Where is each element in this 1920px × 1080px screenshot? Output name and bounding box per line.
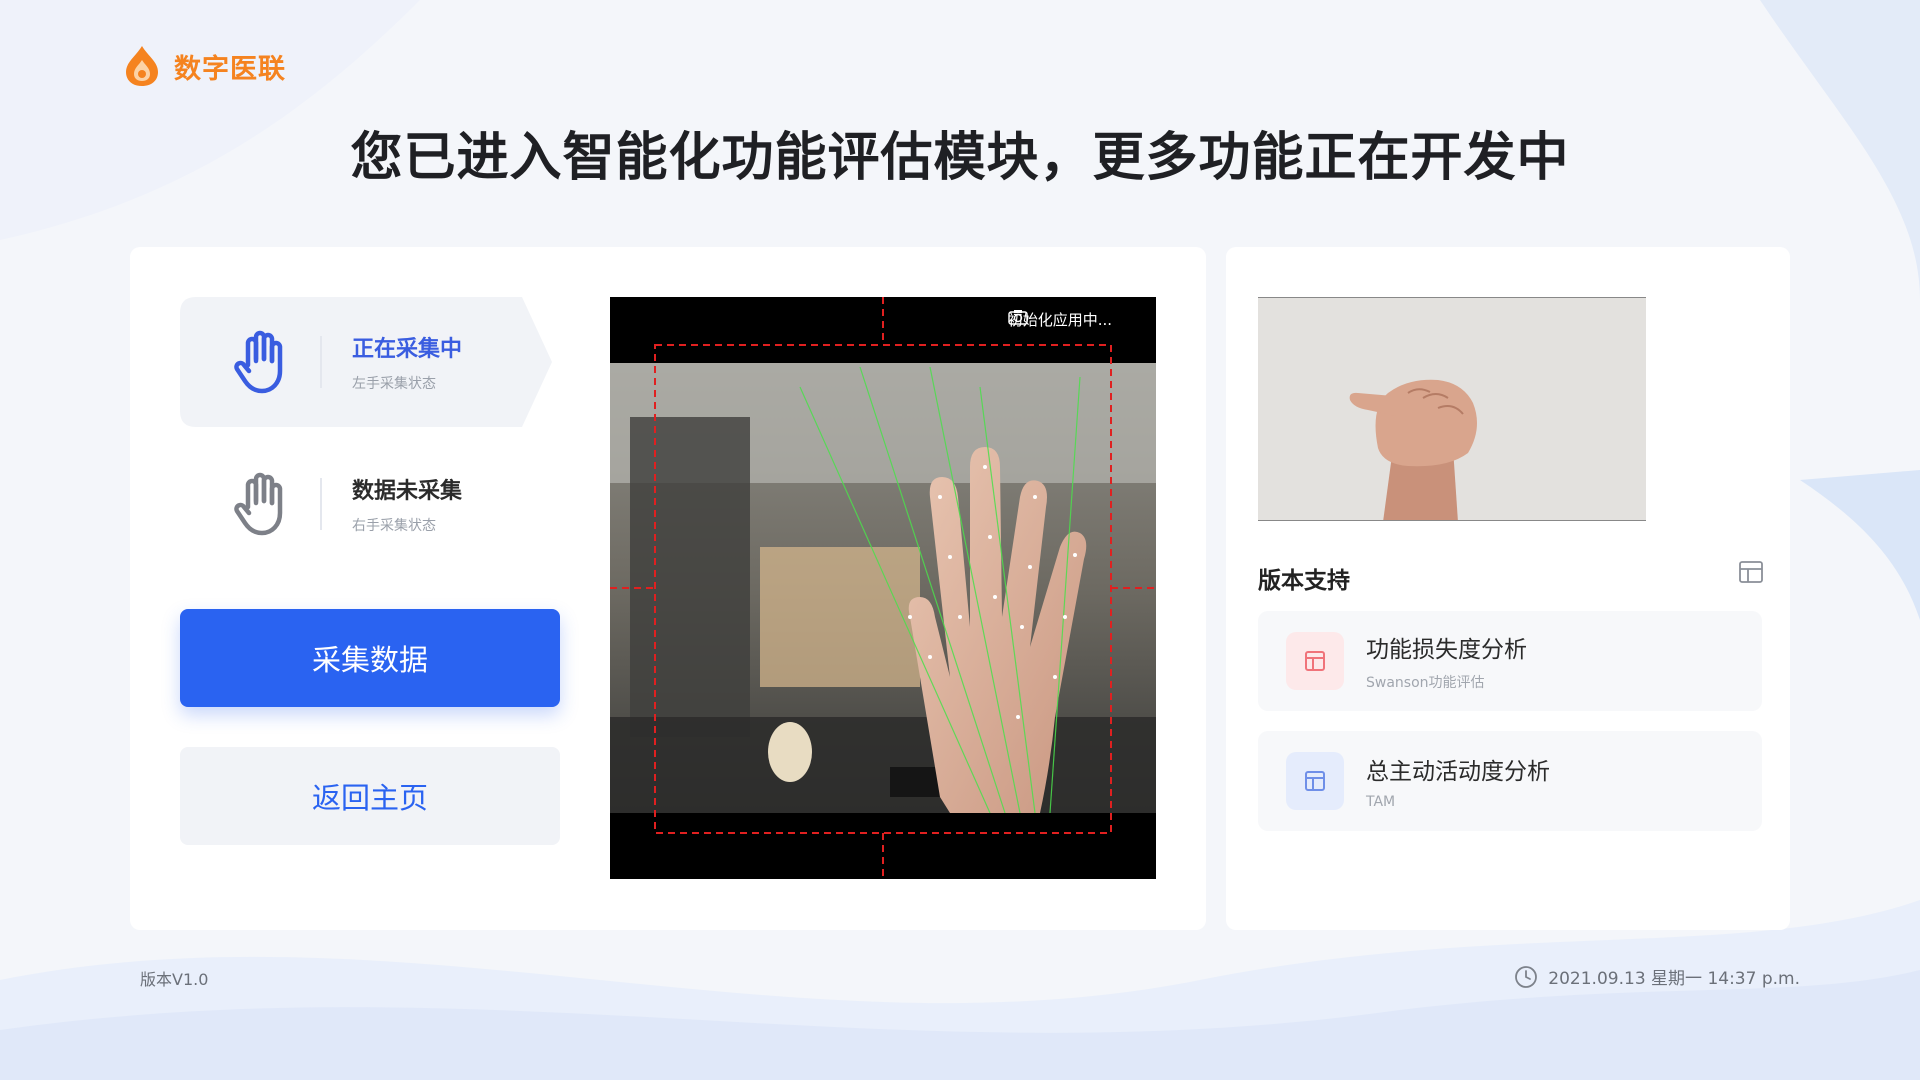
feature-icon-box xyxy=(1286,632,1344,690)
layout-icon[interactable] xyxy=(1738,559,1764,585)
camera-frame xyxy=(610,297,1156,879)
feature-desc: Swanson功能评估 xyxy=(1366,675,1485,691)
feature-name: 功能损失度分析 xyxy=(1366,637,1527,663)
status-subtitle: 左手采集状态 xyxy=(352,376,436,392)
version-panel: 版本支持 功能损失度分析 Swanson功能评估 总主动活动度分析 TAM xyxy=(1226,247,1790,930)
feature-item-tam[interactable]: 总主动活动度分析 TAM xyxy=(1258,731,1762,831)
status-divider xyxy=(320,478,322,530)
back-home-button[interactable]: 返回主页 xyxy=(180,747,560,845)
collect-data-button[interactable]: 采集数据 xyxy=(180,609,560,707)
layout-icon xyxy=(1305,651,1325,671)
feature-icon-box xyxy=(1286,752,1344,810)
clock-icon xyxy=(1515,965,1538,988)
status-title: 正在采集中 xyxy=(352,337,463,362)
camera-status: 初始化应用中... xyxy=(1008,309,1112,330)
flame-drop-logo xyxy=(126,46,158,86)
gesture-preview-image xyxy=(1258,297,1646,521)
capture-panel: 正在采集中 左手采集状态 数据未采集 右手采集状态 采集数据 返回主页 初始化应… xyxy=(130,247,1206,930)
camera-view: 初始化应用中... xyxy=(610,297,1156,879)
brand-name: 数字医联 xyxy=(174,53,286,85)
status-divider xyxy=(320,336,322,388)
datetime-text: 2021.09.13 星期一 14:37 p.m. xyxy=(1548,969,1800,989)
datetime-display: 2021.09.13 星期一 14:37 p.m. xyxy=(1514,964,1800,989)
status-subtitle: 右手采集状态 xyxy=(352,518,436,534)
section-title: 版本支持 xyxy=(1258,568,1350,594)
feature-desc: TAM xyxy=(1366,794,1396,810)
hand-icon xyxy=(234,472,283,536)
status-title: 数据未采集 xyxy=(352,479,463,504)
right-hand-status[interactable]: 数据未采集 右手采集状态 xyxy=(180,439,552,569)
feature-item-swanson[interactable]: 功能损失度分析 Swanson功能评估 xyxy=(1258,611,1762,711)
camera-icon xyxy=(1007,310,1028,325)
page-headline: 您已进入智能化功能评估模块，更多功能正在开发中 xyxy=(350,128,1570,188)
brand: 数字医联 xyxy=(122,44,286,88)
layout-icon xyxy=(1305,771,1325,791)
left-hand-status[interactable]: 正在采集中 左手采集状态 xyxy=(180,297,552,427)
feature-name: 总主动活动度分析 xyxy=(1366,759,1550,785)
version-label: 版本V1.0 xyxy=(140,970,209,989)
hand-icon xyxy=(234,330,283,394)
